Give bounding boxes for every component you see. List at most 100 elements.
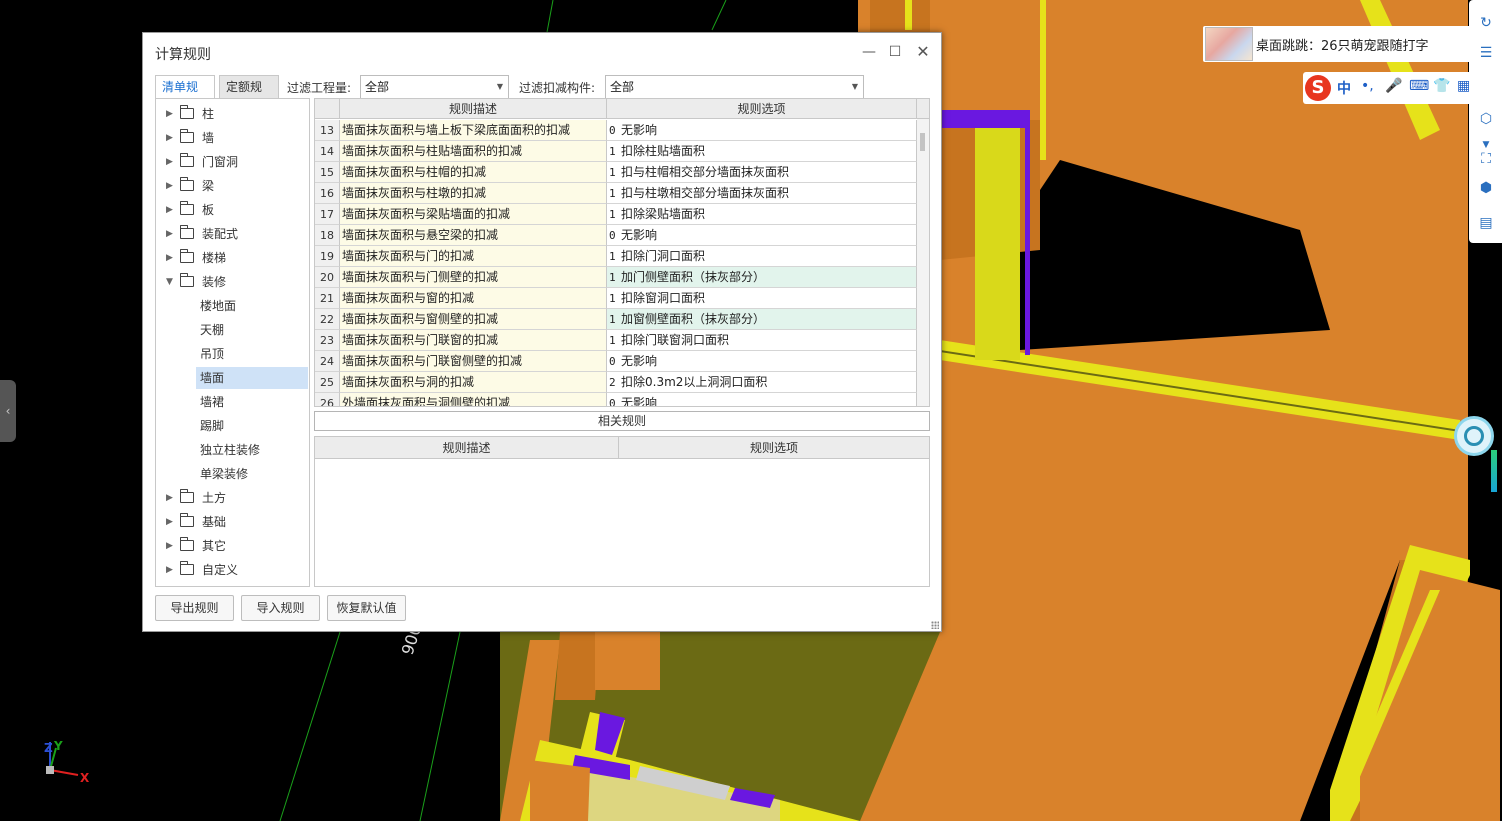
table-row[interactable]: 25 墙面抹灰面积与洞的扣减 2 扣除0.3m2以上洞洞口面积: [315, 372, 917, 393]
tree-item-suspended-ceiling[interactable]: 吊顶: [156, 343, 309, 365]
fullscreen-icon[interactable]: ⛶: [1475, 148, 1497, 170]
tree-item-floor[interactable]: 楼地面: [156, 295, 309, 317]
import-rules-button[interactable]: 导入规则: [241, 595, 320, 621]
minimize-button[interactable]: —: [859, 42, 879, 62]
tree-item-custom[interactable]: ▶ 自定义: [156, 559, 309, 581]
rule-description-cell: 墙面抹灰面积与窗侧壁的扣减: [340, 309, 607, 330]
table-row[interactable]: 26 外墙面抹灰面积与洞侧壁的扣减 0 无影响: [315, 393, 917, 406]
expand-arrow-icon[interactable]: ▶: [166, 487, 173, 509]
properties-icon[interactable]: ▤: [1475, 212, 1497, 234]
scrollbar-thumb[interactable]: [920, 133, 925, 151]
tree-item-skirting[interactable]: 踢脚: [156, 415, 309, 437]
related-rules-table: 规则描述 规则选项: [314, 436, 930, 587]
expand-arrow-icon[interactable]: ▶: [166, 175, 173, 197]
close-button[interactable]: ✕: [913, 42, 933, 62]
expand-arrow-icon[interactable]: ▶: [166, 223, 173, 245]
tree-item-beam-finish[interactable]: 单梁装修: [156, 463, 309, 485]
tree-item-wall[interactable]: ▶ 墙: [156, 127, 309, 149]
tree-item-prefab[interactable]: ▶ 装配式: [156, 223, 309, 245]
ime-mode-chinese[interactable]: 中: [1337, 78, 1351, 98]
rule-option-cell[interactable]: 1 扣除门联窗洞口面积: [607, 330, 917, 351]
expand-arrow-icon[interactable]: ▶: [166, 511, 173, 533]
rule-option-cell[interactable]: 1 扣除柱贴墙面积: [607, 141, 917, 162]
table-row[interactable]: 15 墙面抹灰面积与柱帽的扣减 1 扣与柱帽相交部分墙面抹灰面积: [315, 162, 917, 183]
table-row[interactable]: 19 墙面抹灰面积与门的扣减 1 扣除门洞口面积: [315, 246, 917, 267]
dialog-titlebar[interactable]: 计算规则 — ☐ ✕: [143, 33, 941, 71]
collapse-arrow-icon[interactable]: ▼: [166, 271, 173, 293]
rule-option-cell[interactable]: 0 无影响: [607, 351, 917, 372]
layers-icon[interactable]: ☰: [1475, 42, 1497, 64]
rule-option-cell[interactable]: 0 无影响: [607, 393, 917, 406]
expand-arrow-icon[interactable]: ▶: [166, 127, 173, 149]
skin-icon[interactable]: 👕: [1433, 78, 1450, 94]
tree-item-ceiling[interactable]: 天棚: [156, 319, 309, 341]
table-row[interactable]: 14 墙面抹灰面积与柱贴墙面积的扣减 1 扣除柱贴墙面积: [315, 141, 917, 162]
filter-deduct-label: 过滤扣减构件:: [519, 81, 596, 95]
tree-item-column-finish[interactable]: 独立柱装修: [156, 439, 309, 461]
maximize-button[interactable]: ☐: [885, 42, 905, 62]
table-row[interactable]: 16 墙面抹灰面积与柱墩的扣减 1 扣与柱墩相交部分墙面抹灰面积: [315, 183, 917, 204]
tree-item-other[interactable]: ▶ 其它: [156, 535, 309, 557]
rule-option-cell[interactable]: 1 扣除梁贴墙面积: [607, 204, 917, 225]
desktop-notification[interactable]: 桌面跳跳：26只萌宠跟随打字 ›: [1203, 26, 1490, 62]
table-row[interactable]: 18 墙面抹灰面积与悬空梁的扣减 0 无影响: [315, 225, 917, 246]
assistant-side-bar[interactable]: [1491, 450, 1497, 492]
restore-defaults-button[interactable]: 恢复默认值: [327, 595, 406, 621]
tab-quota-rules[interactable]: 定额规则: [219, 75, 279, 116]
3d-box-icon[interactable]: ⬢: [1475, 177, 1497, 199]
tree-item-decoration[interactable]: ▼ 装修: [156, 271, 309, 293]
filter-deduct-select[interactable]: 全部 ▼: [605, 75, 864, 99]
table-row[interactable]: 24 墙面抹灰面积与门联窗侧壁的扣减 0 无影响: [315, 351, 917, 372]
tree-item-column[interactable]: ▶ 柱: [156, 103, 309, 125]
vertical-scrollbar[interactable]: [917, 119, 929, 406]
punctuation-icon[interactable]: •,: [1361, 78, 1374, 94]
option-text: 加门侧壁面积（抹灰部分）: [621, 270, 766, 284]
tree-item-dado[interactable]: 墙裙: [156, 391, 309, 413]
tree-item-wall-surface[interactable]: 墙面: [196, 367, 308, 389]
expand-arrow-icon[interactable]: ▶: [166, 247, 173, 269]
rule-option-cell[interactable]: 1 加门侧壁面积（抹灰部分）: [607, 267, 917, 288]
folder-icon: [180, 225, 194, 239]
filter-quantity-select[interactable]: 全部 ▼: [360, 75, 509, 99]
tree-item-slab[interactable]: ▶ 板: [156, 199, 309, 221]
table-row[interactable]: 17 墙面抹灰面积与梁贴墙面的扣减 1 扣除梁贴墙面积: [315, 204, 917, 225]
rule-option-cell[interactable]: 1 扣除窗洞口面积: [607, 288, 917, 309]
rule-option-cell[interactable]: 0 无影响: [607, 225, 917, 246]
keyboard-icon[interactable]: ⌨: [1409, 78, 1429, 94]
expand-arrow-icon[interactable]: ▶: [166, 199, 173, 221]
rule-option-cell[interactable]: 2 扣除0.3m2以上洞洞口面积: [607, 372, 917, 393]
tree-item-door-window[interactable]: ▶ 门窗洞: [156, 151, 309, 173]
tree-item-stairs[interactable]: ▶ 楼梯: [156, 247, 309, 269]
expand-arrow-icon[interactable]: ▶: [166, 559, 173, 581]
microphone-icon[interactable]: 🎤: [1385, 78, 1402, 94]
option-text: 加窗侧壁面积（抹灰部分）: [621, 312, 766, 326]
option-code: 1: [609, 145, 616, 158]
rule-option-cell[interactable]: 1 扣与柱墩相交部分墙面抹灰面积: [607, 183, 917, 204]
table-row[interactable]: 20 墙面抹灰面积与门侧壁的扣减 1 加门侧壁面积（抹灰部分）: [315, 267, 917, 288]
rule-description-cell: 墙面抹灰面积与窗的扣减: [340, 288, 607, 309]
export-rules-button[interactable]: 导出规则: [155, 595, 234, 621]
tree-item-foundation[interactable]: ▶ 基础: [156, 511, 309, 533]
expand-arrow-icon[interactable]: ▶: [166, 151, 173, 173]
expand-arrow-icon[interactable]: ▶: [166, 535, 173, 557]
rule-option-cell[interactable]: 0 无影响: [607, 120, 917, 141]
side-panel-handle[interactable]: ‹: [0, 380, 16, 442]
rule-option-cell[interactable]: 1 扣与柱帽相交部分墙面抹灰面积: [607, 162, 917, 183]
option-code: 1: [609, 313, 616, 326]
table-row[interactable]: 21 墙面抹灰面积与窗的扣减 1 扣除窗洞口面积: [315, 288, 917, 309]
table-row[interactable]: 23 墙面抹灰面积与门联窗的扣减 1 扣除门联窗洞口面积: [315, 330, 917, 351]
tree-item-earthwork[interactable]: ▶ 土方: [156, 487, 309, 509]
table-row[interactable]: 13 墙面抹灰面积与墙上板下梁底面面积的扣减 0 无影响: [315, 120, 917, 141]
related-rules-button[interactable]: 相关规则: [314, 411, 930, 431]
tab-bill-rules[interactable]: 清单规则: [155, 75, 215, 116]
sogou-logo-icon[interactable]: S: [1305, 75, 1331, 101]
tree-item-beam[interactable]: ▶ 梁: [156, 175, 309, 197]
rule-option-cell[interactable]: 1 扣除门洞口面积: [607, 246, 917, 267]
resize-grip-icon[interactable]: [931, 621, 939, 629]
rule-option-cell[interactable]: 1 加窗侧壁面积（抹灰部分）: [607, 309, 917, 330]
table-row[interactable]: 22 墙面抹灰面积与窗侧壁的扣减 1 加窗侧壁面积（抹灰部分）: [315, 309, 917, 330]
cube-view-icon[interactable]: ⬡: [1475, 108, 1497, 130]
rotate-view-icon[interactable]: ↻: [1475, 12, 1497, 34]
expand-arrow-icon[interactable]: ▶: [166, 103, 173, 125]
assistant-bot-icon[interactable]: [1454, 416, 1494, 456]
